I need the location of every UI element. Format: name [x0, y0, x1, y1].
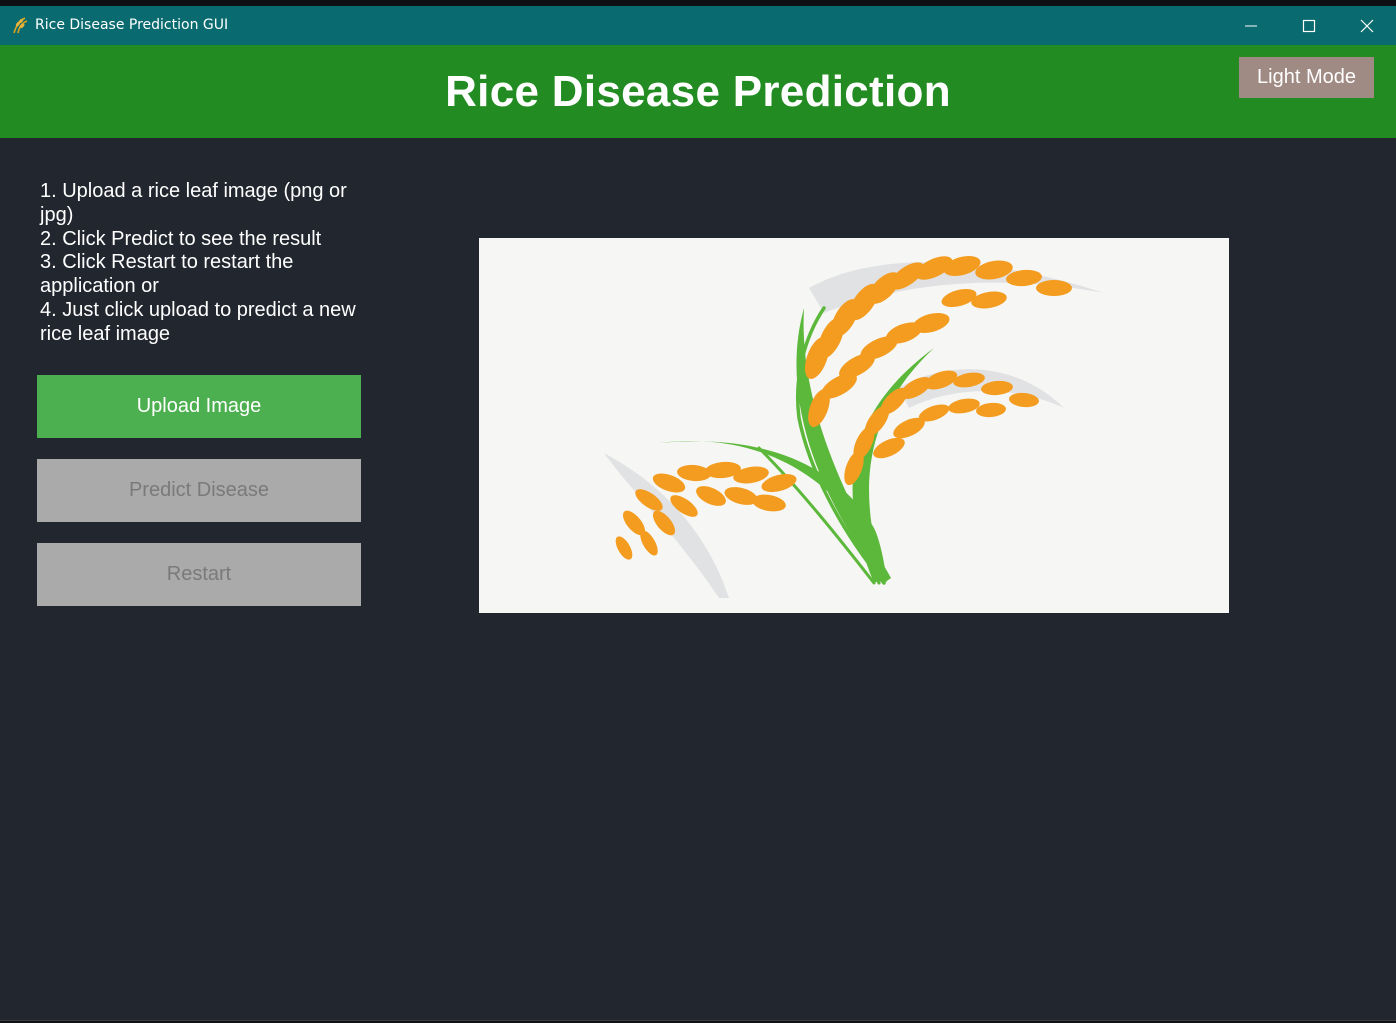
instruction-step-3: 3. Click Restart to restart the applicat… — [40, 251, 294, 298]
instruction-step-4: 4. Just click upload to predict a new ri… — [40, 298, 356, 345]
close-button[interactable] — [1338, 6, 1396, 45]
title-bar[interactable]: Rice Disease Prediction GUI — [0, 6, 1396, 45]
app-window: Rice Disease Prediction GUI Rice Disease… — [0, 6, 1396, 1021]
rice-plant-illustration — [604, 256, 1104, 598]
minimize-icon — [1245, 25, 1257, 27]
instruction-step-1: 1. Upload a rice leaf image (png or jpg) — [40, 180, 347, 226]
maximize-icon — [1302, 19, 1316, 33]
window-bottom-edge — [0, 1020, 1396, 1021]
minimize-button[interactable] — [1222, 6, 1280, 45]
predict-disease-button[interactable]: Predict Disease — [37, 459, 361, 522]
upload-image-button[interactable]: Upload Image — [37, 375, 361, 438]
close-icon — [1360, 19, 1374, 33]
restart-button[interactable]: Restart — [37, 543, 361, 606]
light-mode-button[interactable]: Light Mode — [1239, 57, 1374, 98]
image-preview-panel — [479, 238, 1229, 613]
maximize-button[interactable] — [1280, 6, 1338, 45]
window-title: Rice Disease Prediction GUI — [35, 17, 229, 33]
rice-icon — [13, 17, 28, 34]
instruction-step-2: 2. Click Predict to see the result — [40, 227, 322, 250]
app-header: Rice Disease Prediction Light Mode — [0, 45, 1396, 138]
page-title: Rice Disease Prediction — [445, 67, 951, 116]
instructions-text: 1. Upload a rice leaf image (png or jpg)… — [40, 180, 370, 347]
